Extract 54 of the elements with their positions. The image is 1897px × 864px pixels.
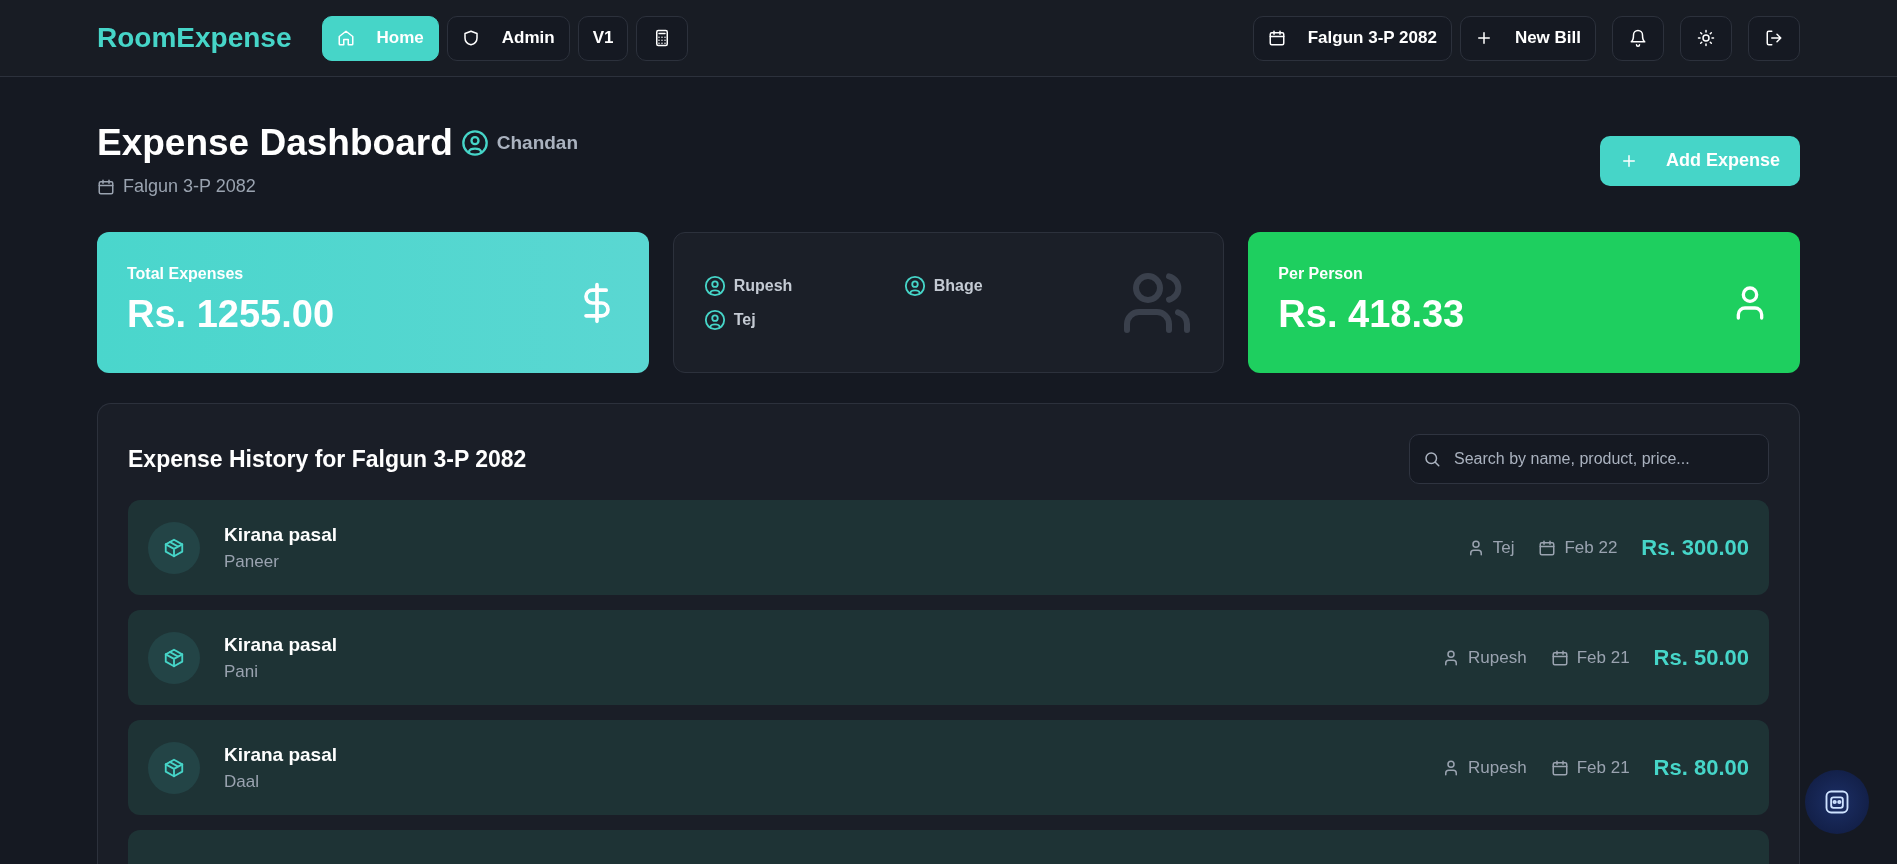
bell-icon xyxy=(1629,29,1647,47)
expense-product: Pani xyxy=(224,661,260,684)
period-button[interactable]: Falgun 3-P 2082 xyxy=(1252,15,1452,61)
logout-button[interactable] xyxy=(1748,15,1800,61)
calendar-icon xyxy=(1550,758,1569,777)
expense-amount: Rs. 80.00 xyxy=(1653,754,1749,783)
search-field[interactable]: Search by name, product, price... xyxy=(1409,434,1769,485)
expense-title: Kirana pasal xyxy=(224,742,337,767)
expense-person: Rupesh xyxy=(1468,647,1527,670)
home-icon xyxy=(336,29,355,47)
expense-product: Daal xyxy=(224,771,260,794)
notifications-button[interactable] xyxy=(1612,15,1664,61)
calculator-button[interactable] xyxy=(636,15,689,61)
user-icon xyxy=(460,129,489,158)
expense-amount: Rs. 300.00 xyxy=(1641,534,1749,563)
user-name: Chandan xyxy=(496,130,578,155)
calendar-icon xyxy=(1538,538,1557,557)
expense-amount: Rs. 50.00 xyxy=(1653,644,1749,673)
expense-title: Kirana pasal xyxy=(224,632,337,657)
stat-value: Rs. 418.33 xyxy=(1278,292,1465,338)
member-name: Rupesh xyxy=(733,275,793,296)
brand-logo[interactable]: RoomExpense xyxy=(97,17,292,59)
shield-icon xyxy=(461,29,480,47)
nav-tab[interactable]: Admin xyxy=(446,15,570,61)
stat-label: Total Expenses xyxy=(127,264,245,285)
period-label: Falgun 3-P 2082 xyxy=(123,175,256,199)
stat-value: Rs. 1255.00 xyxy=(127,292,335,338)
member-name: Bhage xyxy=(933,275,983,296)
calendar-icon xyxy=(1267,29,1286,47)
member-name: Tej xyxy=(733,309,756,330)
expense-date: Feb 21 xyxy=(1576,647,1630,670)
user-icon xyxy=(703,274,726,297)
nav-tab[interactable]: V1 xyxy=(577,15,629,61)
expense-row[interactable]: Kirana pasal Daal Rupesh Feb 21 Rs. 80.00 xyxy=(128,720,1769,816)
expense-person: Tej xyxy=(1492,537,1515,560)
calendar-icon xyxy=(1550,648,1569,667)
expense-person: Rupesh xyxy=(1468,757,1527,780)
expense-title: Kirana pasal xyxy=(224,522,337,547)
section-title: Expense History for Falgun 3-P 2082 xyxy=(128,445,527,475)
calendar-icon xyxy=(97,177,115,196)
expense-row[interactable]: Kirana pasal Pani Rupesh Feb 21 Rs. 50.00 xyxy=(128,610,1769,706)
robot-icon xyxy=(1823,788,1851,816)
logout-icon xyxy=(1765,29,1783,47)
user-icon xyxy=(703,308,726,331)
expense-row[interactable]: Kirana pasal Paneer Tej Feb 22 Rs. 300.00 xyxy=(128,500,1769,596)
new-bill-button[interactable]: New Bill xyxy=(1459,15,1596,61)
user-icon xyxy=(903,274,926,297)
expense-product: Paneer xyxy=(224,551,280,574)
theme-button[interactable] xyxy=(1680,15,1732,61)
sun-icon xyxy=(1697,29,1715,47)
expense-date: Feb 21 xyxy=(1576,757,1630,780)
page-title: Expense Dashboard xyxy=(97,121,453,165)
stat-label: Per Person xyxy=(1278,264,1364,285)
expense-date: Feb 22 xyxy=(1564,537,1618,560)
